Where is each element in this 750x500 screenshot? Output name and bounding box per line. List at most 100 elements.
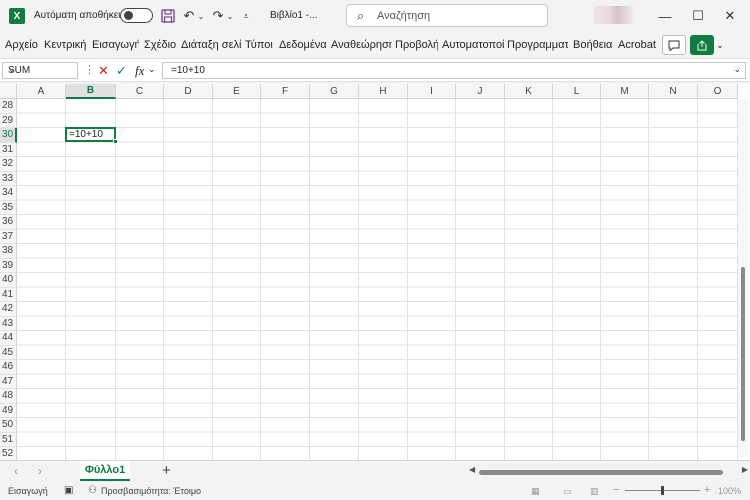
tab-home[interactable]: Κεντρική: [44, 39, 87, 51]
chevron-down-icon[interactable]: ⌄: [8, 64, 74, 75]
tab-draw[interactable]: Σχέδιο: [144, 39, 177, 51]
column-header-n[interactable]: N: [649, 84, 698, 99]
save-icon[interactable]: [160, 7, 176, 25]
redo-dropdown-icon[interactable]: ⌄: [226, 7, 234, 25]
vertical-scrollbar[interactable]: [738, 99, 748, 457]
row-header-33[interactable]: 33: [0, 171, 17, 186]
row-header-40[interactable]: 40: [0, 273, 17, 288]
more-options-icon[interactable]: ⋮: [84, 63, 95, 76]
column-header-b[interactable]: B: [66, 84, 116, 99]
sheet-tab-1[interactable]: Φύλλο1: [80, 461, 130, 481]
autosave-toggle[interactable]: [120, 8, 153, 23]
insert-function-icon[interactable]: fx: [135, 63, 144, 79]
row-header-45[interactable]: 45: [0, 345, 17, 360]
row-header-41[interactable]: 41: [0, 287, 17, 302]
row-header-47[interactable]: 47: [0, 374, 17, 389]
redo-icon[interactable]: ↷: [210, 7, 226, 25]
column-header-c[interactable]: C: [116, 84, 164, 99]
row-header-29[interactable]: 29: [0, 113, 17, 128]
tab-data[interactable]: Δεδομένα: [279, 39, 327, 51]
row-header-48[interactable]: 48: [0, 389, 17, 404]
tab-acrobat[interactable]: Acrobat: [618, 39, 656, 51]
row-header-28[interactable]: 28: [0, 99, 17, 114]
account-avatar[interactable]: [594, 6, 634, 24]
column-header-h[interactable]: H: [359, 84, 408, 99]
add-sheet-icon[interactable]: +: [162, 462, 171, 479]
active-cell[interactable]: =10+10: [65, 127, 116, 142]
comments-icon[interactable]: [662, 35, 686, 55]
fill-handle[interactable]: [113, 139, 118, 144]
zoom-level[interactable]: 100%: [718, 486, 741, 496]
horizontal-scroll-thumb[interactable]: [479, 470, 723, 475]
row-header-38[interactable]: 38: [0, 244, 17, 259]
cancel-icon[interactable]: ✕: [98, 63, 109, 79]
name-box[interactable]: SUM ⌄: [2, 62, 78, 79]
zoom-slider-thumb[interactable]: [661, 486, 664, 495]
tab-page-layout[interactable]: Διάταξη σελίδας: [181, 39, 241, 51]
row-header-39[interactable]: 39: [0, 258, 17, 273]
column-header-d[interactable]: D: [164, 84, 213, 99]
row-header-43[interactable]: 43: [0, 316, 17, 331]
column-header-k[interactable]: K: [505, 84, 553, 99]
close-icon[interactable]: ✕: [718, 6, 742, 26]
undo-icon[interactable]: ↶: [181, 7, 197, 25]
formula-input[interactable]: =10+10 ⌄: [162, 62, 746, 79]
next-sheet-icon[interactable]: ›: [38, 464, 42, 478]
row-header-42[interactable]: 42: [0, 302, 17, 317]
vertical-scroll-thumb[interactable]: [741, 267, 745, 441]
share-icon[interactable]: [690, 35, 714, 55]
tab-automate[interactable]: Αυτοματοποίηση: [442, 39, 504, 51]
search-box[interactable]: ⌕ Αναζήτηση: [346, 4, 548, 27]
select-all-button[interactable]: [0, 84, 17, 99]
enter-icon[interactable]: ✓: [116, 63, 127, 79]
tab-formulas[interactable]: Τύποι: [245, 39, 275, 51]
tab-insert[interactable]: Εισαγωγή: [92, 39, 139, 51]
tab-review[interactable]: Αναθεώρηση: [331, 39, 392, 51]
column-header-l[interactable]: L: [553, 84, 601, 99]
previous-sheet-icon[interactable]: ‹: [14, 464, 18, 478]
row-header-46[interactable]: 46: [0, 360, 17, 375]
row-header-32[interactable]: 32: [0, 157, 17, 172]
accessibility-status[interactable]: Προσβασιμότητα: Έτοιμο: [101, 486, 201, 496]
column-header-o[interactable]: O: [698, 84, 738, 99]
column-header-g[interactable]: G: [310, 84, 359, 99]
tab-file[interactable]: Αρχείο: [5, 39, 41, 51]
maximize-icon[interactable]: ☐: [686, 6, 710, 26]
row-header-52[interactable]: 52: [0, 447, 17, 460]
expand-formula-bar-icon[interactable]: ⌄: [733, 64, 741, 75]
column-header-e[interactable]: E: [213, 84, 261, 99]
customize-toolbar-icon[interactable]: ⩡: [240, 7, 252, 25]
tab-help[interactable]: Βοήθεια: [573, 39, 613, 51]
page-layout-view-icon[interactable]: ▭: [563, 486, 572, 497]
function-dropdown-icon[interactable]: ⌄: [148, 64, 156, 75]
row-header-44[interactable]: 44: [0, 331, 17, 346]
scroll-right-icon[interactable]: ▶: [742, 465, 748, 474]
row-header-36[interactable]: 36: [0, 215, 17, 230]
row-header-37[interactable]: 37: [0, 229, 17, 244]
zoom-in-icon[interactable]: +: [704, 484, 710, 496]
page-break-view-icon[interactable]: ▥: [590, 486, 599, 497]
tab-developer[interactable]: Προγραμματιστής: [507, 39, 568, 51]
column-header-f[interactable]: F: [261, 84, 310, 99]
macro-recording-icon[interactable]: ▣: [64, 485, 73, 496]
undo-dropdown-icon[interactable]: ⌄: [197, 7, 205, 25]
accessibility-icon[interactable]: ⚇: [88, 485, 97, 496]
row-header-50[interactable]: 50: [0, 418, 17, 433]
ribbon-collapse-icon[interactable]: ⌄: [714, 35, 726, 55]
column-header-i[interactable]: I: [408, 84, 456, 99]
zoom-out-icon[interactable]: −: [613, 484, 619, 496]
row-header-31[interactable]: 31: [0, 142, 17, 157]
minimize-icon[interactable]: —: [653, 6, 677, 26]
row-header-34[interactable]: 34: [0, 186, 17, 201]
row-header-35[interactable]: 35: [0, 200, 17, 215]
document-title[interactable]: Βιβλίο1 -...: [270, 10, 317, 21]
scroll-left-icon[interactable]: ◀: [469, 465, 475, 474]
column-header-a[interactable]: A: [17, 84, 66, 99]
column-header-m[interactable]: M: [601, 84, 649, 99]
row-header-30[interactable]: 30: [0, 128, 17, 143]
horizontal-scrollbar[interactable]: ◀ ▶: [469, 465, 748, 476]
normal-view-icon[interactable]: ▦: [531, 486, 540, 497]
row-header-51[interactable]: 51: [0, 432, 17, 447]
row-header-49[interactable]: 49: [0, 403, 17, 418]
column-header-j[interactable]: J: [456, 84, 505, 99]
